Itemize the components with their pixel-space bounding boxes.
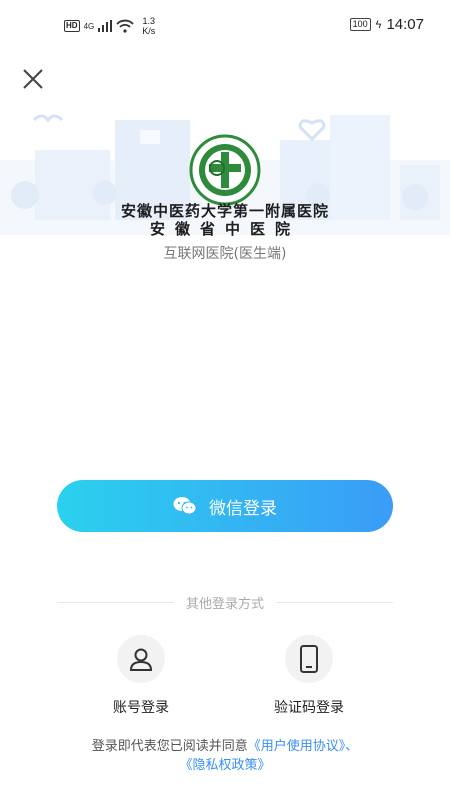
network-speed: 1.3 K/s	[142, 16, 155, 36]
phone-icon	[300, 645, 318, 673]
charging-icon: ϟ	[375, 18, 382, 31]
agreement-separator: 、	[345, 739, 359, 754]
account-login-option[interactable]: 账号登录	[86, 635, 196, 717]
divider-line-left	[57, 601, 174, 603]
agreement-prefix: 登录即代表您已阅读并同意	[91, 739, 248, 754]
login-page: HD 4G 1.3 K/s 100 ϟ 14:07 安徽中医药大学第一附属医院 …	[0, 0, 450, 800]
other-methods-label: 其他登录方式	[186, 596, 265, 612]
sms-code-login-label: 验证码登录	[274, 700, 344, 716]
close-icon[interactable]	[20, 66, 46, 92]
wechat-login-button[interactable]: 微信登录	[57, 480, 393, 532]
privacy-policy-link[interactable]: 《隐私权政策》	[179, 758, 270, 773]
wifi-icon	[116, 19, 134, 33]
hospital-name-line2: 安徽省中医院	[149, 220, 300, 238]
sms-login-icon-circle	[285, 635, 333, 683]
network-type: 4G	[83, 21, 95, 31]
status-bar-right: 100 ϟ 14:07	[349, 16, 424, 33]
signal-icon	[98, 20, 113, 32]
account-login-icon-circle	[117, 635, 165, 683]
battery-indicator: 100	[349, 18, 371, 31]
status-bar-left: HD 4G 1.3 K/s	[64, 16, 155, 36]
network-speed-value: 1.3	[142, 16, 155, 26]
person-icon	[129, 648, 153, 671]
hospital-logo-icon	[189, 134, 261, 206]
app-subtitle: 互联网医院(医生端)	[163, 246, 287, 262]
account-login-label: 账号登录	[113, 700, 169, 716]
clock: 14:07	[386, 16, 424, 33]
status-bar: HD 4G 1.3 K/s 100 ϟ 14:07	[0, 0, 450, 50]
divider-line-right	[276, 601, 394, 603]
wechat-icon	[173, 497, 197, 515]
user-agreement-link[interactable]: 《用户使用协议》	[248, 739, 346, 754]
hd-indicator: HD	[64, 20, 80, 32]
sms-code-login-option[interactable]: 验证码登录	[254, 635, 364, 717]
network-speed-unit: K/s	[142, 26, 156, 36]
agreement-text: 登录即代表您已阅读并同意《用户使用协议》、 《隐私权政策》	[0, 737, 450, 775]
wechat-login-label: 微信登录	[209, 498, 277, 519]
other-methods-divider: 其他登录方式	[57, 592, 394, 612]
